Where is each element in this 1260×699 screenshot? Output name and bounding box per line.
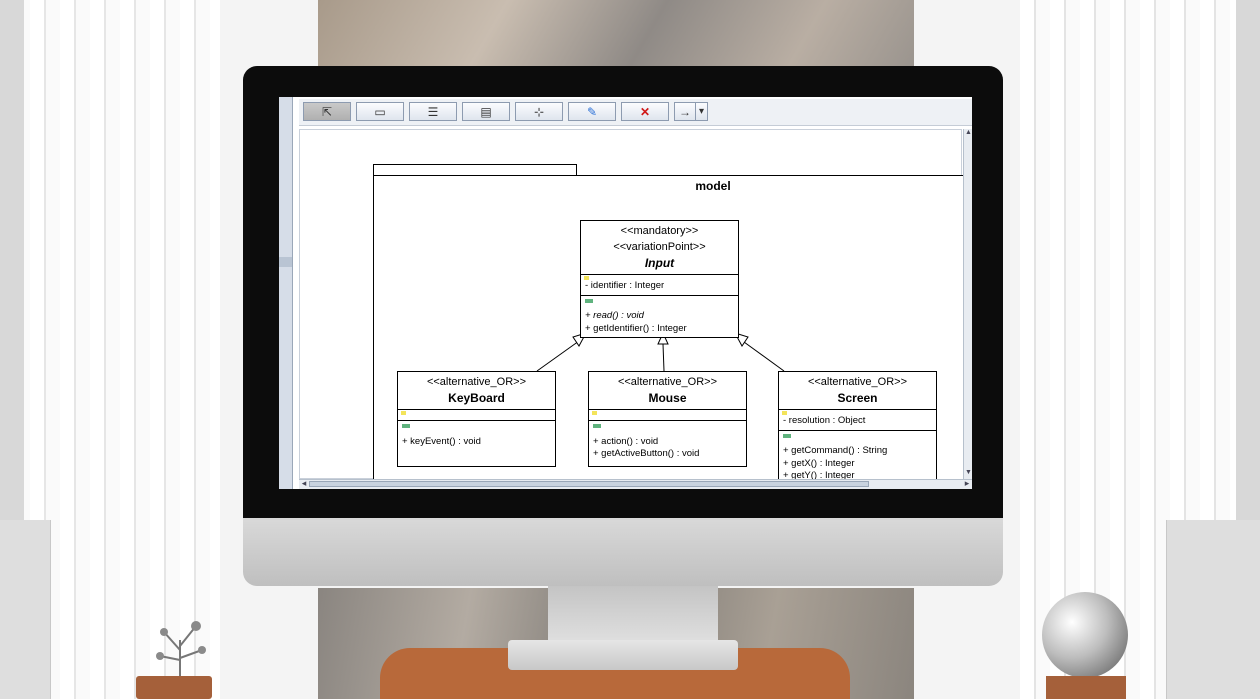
scroll-right-icon[interactable]: ▸ bbox=[962, 478, 972, 489]
class-mouse[interactable]: <<alternative_OR>> Mouse + action() : vo… bbox=[588, 371, 747, 467]
plant-icon bbox=[156, 621, 206, 676]
class-name: Input bbox=[644, 256, 675, 270]
attributes-section bbox=[398, 410, 555, 421]
app-screen: ⇱ ▭ ☰ ▤ ⊹ ✎ ✕ → ▾ model <<mandatory>> <<… bbox=[279, 97, 972, 489]
operations-section: + action() : void + getActiveButton() : … bbox=[589, 421, 746, 463]
class-screen[interactable]: <<alternative_OR>> Screen - resolution :… bbox=[778, 371, 937, 489]
class-header: <<alternative_OR>> Screen bbox=[779, 372, 936, 410]
attribute-item: - identifier : Integer bbox=[585, 280, 665, 291]
class-name: Mouse bbox=[648, 391, 687, 405]
attribute-item: - resolution : Object bbox=[783, 415, 866, 426]
stone-wall-top bbox=[318, 0, 914, 70]
operation-icon bbox=[783, 433, 791, 438]
monitor-chin bbox=[243, 518, 1003, 586]
generalization-line-keyboard bbox=[536, 340, 580, 372]
class-name: Screen bbox=[837, 391, 878, 405]
scroll-left-icon[interactable]: ◂ bbox=[299, 478, 309, 489]
attributes-section bbox=[589, 410, 746, 421]
right-speaker bbox=[1166, 520, 1260, 699]
operation-item: + getActiveButton() : void bbox=[593, 448, 700, 459]
scroll-up-icon[interactable]: ▲ bbox=[964, 129, 972, 139]
horizontal-scroll-thumb[interactable] bbox=[309, 481, 869, 487]
operation-item: + getX() : Integer bbox=[783, 457, 855, 469]
attribute-icon bbox=[592, 411, 597, 415]
operation-icon bbox=[593, 424, 601, 428]
class-input[interactable]: <<mandatory>> <<variationPoint>> Input -… bbox=[580, 220, 739, 338]
operation-item: + keyEvent() : void bbox=[402, 435, 481, 447]
globe-lamp bbox=[1042, 592, 1128, 678]
operations-section: + read() : void + getIdentifier() : Inte… bbox=[581, 296, 738, 338]
lamp-base bbox=[1046, 676, 1126, 699]
stereotype-label: <<variationPoint>> bbox=[613, 241, 706, 253]
operation-icon bbox=[402, 424, 410, 428]
attribute-icon bbox=[584, 276, 589, 280]
attribute-icon bbox=[401, 411, 406, 415]
class-keyboard[interactable]: <<alternative_OR>> KeyBoard + keyEvent()… bbox=[397, 371, 556, 467]
class-header: <<mandatory>> <<variationPoint>> Input bbox=[581, 221, 738, 275]
stereotype-label: <<mandatory>> bbox=[620, 225, 699, 237]
operations-section: + keyEvent() : void bbox=[398, 421, 555, 450]
operation-icon bbox=[585, 298, 593, 303]
vertical-scrollbar[interactable]: ▲ ▼ bbox=[963, 129, 972, 479]
attributes-section: - identifier : Integer bbox=[581, 275, 738, 296]
generalization-line-mouse bbox=[662, 343, 665, 372]
operation-item: + getIdentifier() : Integer bbox=[585, 322, 687, 334]
plant-pot bbox=[136, 676, 212, 699]
attribute-icon bbox=[782, 411, 787, 415]
operation-item: + read() : void bbox=[585, 310, 644, 321]
stereotype-label: <<alternative_OR>> bbox=[617, 376, 718, 388]
left-speaker bbox=[0, 520, 51, 699]
operation-item: + getCommand() : String bbox=[783, 445, 888, 456]
stereotype-label: <<alternative_OR>> bbox=[807, 376, 908, 388]
stereotype-label: <<alternative_OR>> bbox=[426, 376, 527, 388]
monitor-stand bbox=[548, 586, 718, 644]
monitor-foot bbox=[508, 640, 738, 670]
attributes-section: - resolution : Object bbox=[779, 410, 936, 431]
class-name: KeyBoard bbox=[448, 391, 505, 405]
horizontal-scrollbar[interactable]: ◂ ▸ bbox=[299, 478, 972, 489]
class-header: <<alternative_OR>> Mouse bbox=[589, 372, 746, 410]
operation-item: + action() : void bbox=[593, 435, 659, 447]
generalization-line-screen bbox=[743, 341, 785, 372]
operations-section: + getCommand() : String + getX() : Integ… bbox=[779, 431, 936, 485]
class-header: <<alternative_OR>> KeyBoard bbox=[398, 372, 555, 410]
